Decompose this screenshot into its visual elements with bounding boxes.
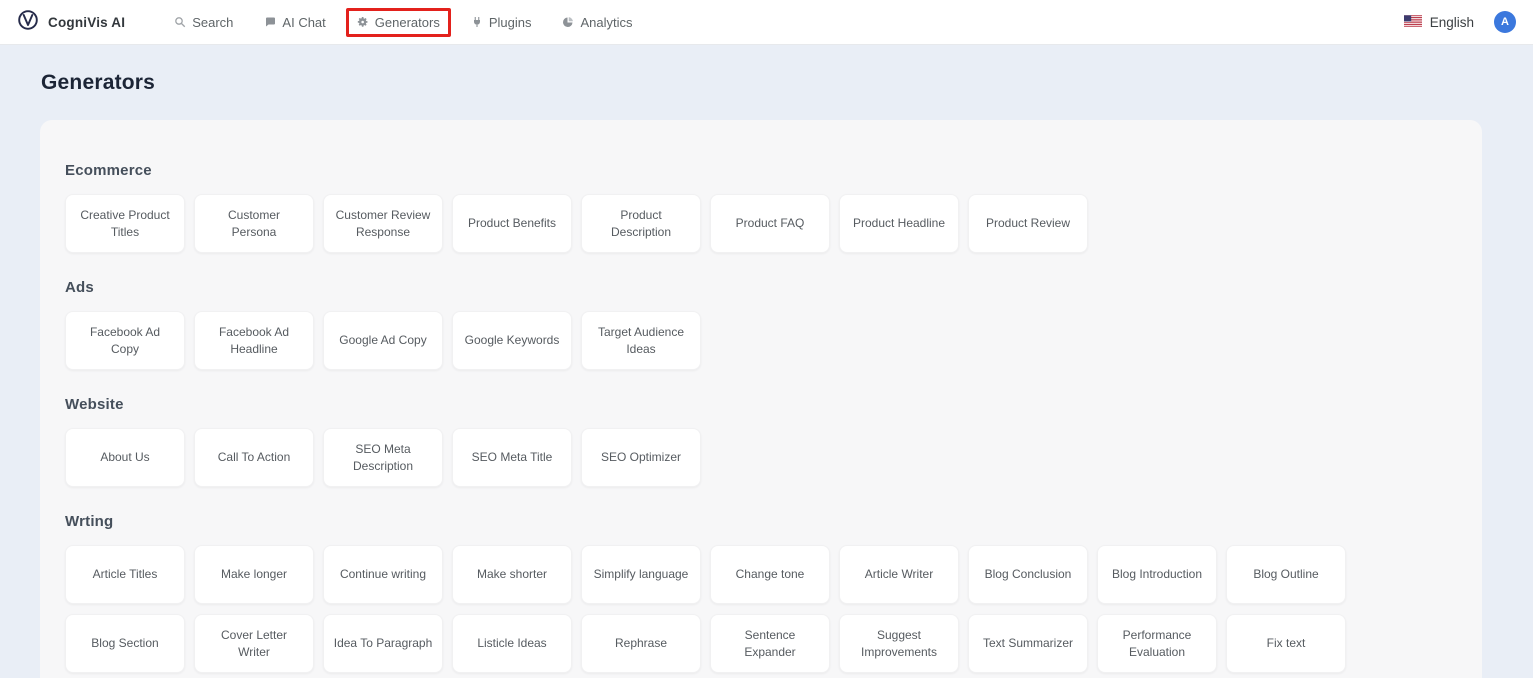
topbar: CogniVis AI Search AI Chat Generators Plugi…: [0, 0, 1533, 45]
generator-button-simplify-language[interactable]: Simplify language: [581, 545, 701, 604]
generator-button-blog-introduction[interactable]: Blog Introduction: [1097, 545, 1217, 604]
language-label: English: [1430, 15, 1474, 30]
nav-item-ai-chat[interactable]: AI Chat: [253, 8, 336, 37]
brand[interactable]: CogniVis AI: [17, 9, 125, 36]
nav-item-plugins[interactable]: Plugins: [460, 8, 543, 37]
section-heading: Ads: [65, 279, 1457, 296]
generator-button-cover-letter-writer[interactable]: Cover Letter Writer: [194, 614, 314, 673]
plug-icon: [471, 16, 483, 28]
generator-button-continue-writing[interactable]: Continue writing: [323, 545, 443, 604]
generator-button-performance-evaluation[interactable]: Performance Evaluation: [1097, 614, 1217, 673]
nav-item-search[interactable]: Search: [163, 8, 244, 37]
generator-button-suggest-improvements[interactable]: Suggest Improvements: [839, 614, 959, 673]
section-heading: Wrting: [65, 513, 1457, 530]
generator-button-product-review[interactable]: Product Review: [968, 194, 1088, 253]
nav-item-label: AI Chat: [282, 15, 325, 30]
generator-row: About UsCall To ActionSEO Meta Descripti…: [65, 428, 1457, 487]
generator-button-product-benefits[interactable]: Product Benefits: [452, 194, 572, 253]
generator-button-blog-section[interactable]: Blog Section: [65, 614, 185, 673]
generator-button-blog-conclusion[interactable]: Blog Conclusion: [968, 545, 1088, 604]
avatar[interactable]: A: [1494, 11, 1516, 33]
generator-button-google-keywords[interactable]: Google Keywords: [452, 311, 572, 370]
generator-button-facebook-ad-copy[interactable]: Facebook Ad Copy: [65, 311, 185, 370]
generator-button-listicle-ideas[interactable]: Listicle Ideas: [452, 614, 572, 673]
us-flag-icon: [1404, 15, 1422, 30]
chat-icon: [264, 16, 276, 28]
section-wrting: Wrting Article TitlesMake longerContinue …: [65, 513, 1457, 673]
nav-item-generators[interactable]: Generators: [346, 8, 451, 37]
nav-item-label: Search: [192, 15, 233, 30]
generator-button-seo-meta-title[interactable]: SEO Meta Title: [452, 428, 572, 487]
section-website: Website About UsCall To ActionSEO Meta De…: [65, 396, 1457, 487]
generator-button-product-description[interactable]: Product Description: [581, 194, 701, 253]
nav-item-label: Generators: [375, 15, 440, 30]
generator-button-sentence-expander[interactable]: Sentence Expander: [710, 614, 830, 673]
generator-button-product-headline[interactable]: Product Headline: [839, 194, 959, 253]
generator-button-customer-review-response[interactable]: Customer Review Response: [323, 194, 443, 253]
section-ecommerce: EcommerceCreative Product TitlesCustomer…: [65, 162, 1457, 253]
generator-row: Article TitlesMake longerContinue writin…: [65, 545, 1457, 673]
search-icon: [174, 16, 186, 28]
generator-row: Creative Product TitlesCustomer PersonaC…: [65, 194, 1457, 253]
page-title: Generators: [41, 71, 1533, 95]
nav-item-analytics[interactable]: Analytics: [551, 8, 643, 37]
section-ads: AdsFacebook Ad CopyFacebook Ad HeadlineG…: [65, 279, 1457, 370]
section-heading: Ecommerce: [65, 162, 1457, 179]
nav-item-label: Plugins: [489, 15, 532, 30]
generator-button-seo-meta-description[interactable]: SEO Meta Description: [323, 428, 443, 487]
generator-button-fix-text[interactable]: Fix text: [1226, 614, 1346, 673]
generator-button-facebook-ad-headline[interactable]: Facebook Ad Headline: [194, 311, 314, 370]
generator-button-article-titles[interactable]: Article Titles: [65, 545, 185, 604]
generator-button-seo-optimizer[interactable]: SEO Optimizer: [581, 428, 701, 487]
generator-button-creative-product-titles[interactable]: Creative Product Titles: [65, 194, 185, 253]
cognivis-logo-icon: [17, 9, 39, 36]
topbar-right: English A: [1404, 11, 1516, 33]
gear-icon: [357, 16, 369, 28]
generator-button-about-us[interactable]: About Us: [65, 428, 185, 487]
generator-button-make-shorter[interactable]: Make shorter: [452, 545, 572, 604]
generator-button-product-faq[interactable]: Product FAQ: [710, 194, 830, 253]
main-content: Generators Ecommerce Creative Product Tit…: [0, 71, 1533, 678]
generator-button-text-summarizer[interactable]: Text Summarizer: [968, 614, 1088, 673]
generator-row: Facebook Ad CopyFacebook Ad HeadlineGoog…: [65, 311, 1457, 370]
generator-button-blog-outline[interactable]: Blog Outline: [1226, 545, 1346, 604]
generator-button-idea-to-paragraph[interactable]: Idea To Paragraph: [323, 614, 443, 673]
brand-name: CogniVis AI: [48, 15, 125, 30]
generators-card: EcommerceCreative Product TitlesCustomer…: [40, 120, 1482, 678]
generator-button-rephrase[interactable]: Rephrase: [581, 614, 701, 673]
section-heading: Website: [65, 396, 1457, 413]
pie-chart-icon: [562, 16, 574, 28]
generator-button-change-tone[interactable]: Change tone: [710, 545, 830, 604]
main-nav: Search AI Chat Generators Plugins Analytics: [163, 8, 643, 37]
generator-button-call-to-action[interactable]: Call To Action: [194, 428, 314, 487]
nav-item-label: Analytics: [580, 15, 632, 30]
generator-button-make-longer[interactable]: Make longer: [194, 545, 314, 604]
generator-button-article-writer[interactable]: Article Writer: [839, 545, 959, 604]
language-selector[interactable]: English: [1404, 15, 1474, 30]
generator-button-customer-persona[interactable]: Customer Persona: [194, 194, 314, 253]
generator-button-target-audience-ideas[interactable]: Target Audience Ideas: [581, 311, 701, 370]
generator-button-google-ad-copy[interactable]: Google Ad Copy: [323, 311, 443, 370]
